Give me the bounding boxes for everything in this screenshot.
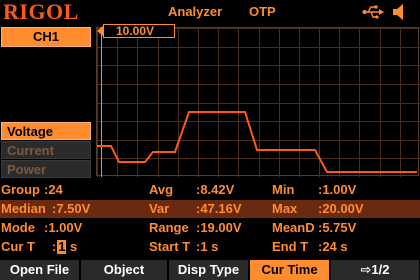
brand-logo: RIGOL bbox=[3, 0, 79, 24]
var-label: Var bbox=[149, 201, 170, 216]
header-bar: RIGOL Analyzer OTP bbox=[0, 0, 420, 24]
mode-stat-label: Mode bbox=[1, 220, 35, 235]
startt-label: Start T bbox=[149, 239, 191, 254]
endt-label: End T bbox=[272, 239, 309, 254]
stats-row-2: Median :7.50V Var :47.16V Max :20.00V bbox=[0, 200, 420, 218]
curt-label: Cur T bbox=[1, 239, 35, 254]
min-value: :1.00V bbox=[318, 182, 357, 197]
range-value: :19.00V bbox=[196, 220, 242, 235]
stats-row-4: Cur T :1 s Start T :1 s End T :24 s bbox=[0, 238, 420, 256]
measure-type-voltage[interactable]: Voltage bbox=[1, 122, 91, 140]
measure-type-current[interactable]: Current bbox=[1, 141, 91, 159]
mode-stat-value: :1.00V bbox=[44, 220, 83, 235]
curt-prefix: : bbox=[52, 239, 57, 254]
group-value: :24 bbox=[44, 182, 63, 197]
usb-icon bbox=[362, 5, 384, 19]
mode-label: Analyzer bbox=[168, 4, 223, 19]
stats-row-3: Mode :1.00V Range :19.00V MeanD :5.75V bbox=[0, 219, 420, 237]
statistics-panel: Group :24 Avg :8.42V Min :1.00V Median :… bbox=[0, 181, 420, 257]
next-page-button[interactable]: ⇨1/2 bbox=[331, 260, 420, 280]
waveform-graph bbox=[96, 27, 420, 177]
max-value: :20.00V bbox=[318, 201, 364, 216]
curt-field[interactable]: :1 s bbox=[52, 238, 77, 256]
avg-label: Avg bbox=[149, 182, 174, 197]
measure-type-power[interactable]: Power bbox=[1, 160, 91, 178]
curt-digit-cursor[interactable]: 1 bbox=[57, 240, 67, 254]
stats-row-1: Group :24 Avg :8.42V Min :1.00V bbox=[0, 181, 420, 199]
avg-value: :8.42V bbox=[196, 182, 235, 197]
softkey-menu: Open File Object Disp Type Cur Time ⇨1/2 bbox=[0, 260, 420, 280]
disp-type-button[interactable]: Disp Type bbox=[169, 260, 249, 280]
max-label: Max bbox=[272, 201, 298, 216]
min-label: Min bbox=[272, 182, 295, 197]
median-label: Median bbox=[1, 201, 46, 216]
meand-label: MeanD bbox=[272, 220, 315, 235]
median-value: :7.50V bbox=[52, 201, 91, 216]
channel-button[interactable]: CH1 bbox=[1, 27, 91, 47]
cur-time-button[interactable]: Cur Time bbox=[250, 260, 330, 280]
open-file-button[interactable]: Open File bbox=[0, 260, 80, 280]
curt-unit: s bbox=[69, 239, 78, 254]
range-label: Range bbox=[149, 220, 189, 235]
waveform-svg bbox=[97, 28, 420, 177]
trigger-label: OTP bbox=[249, 4, 276, 19]
speaker-icon bbox=[393, 4, 403, 20]
group-label: Group bbox=[1, 182, 40, 197]
var-value: :47.16V bbox=[196, 201, 242, 216]
startt-value: :1 s bbox=[196, 239, 219, 254]
endt-value: :24 s bbox=[318, 239, 348, 254]
meand-value: :5.75V bbox=[318, 220, 357, 235]
object-button[interactable]: Object bbox=[81, 260, 168, 280]
scale-label: 10.00V bbox=[103, 24, 175, 38]
